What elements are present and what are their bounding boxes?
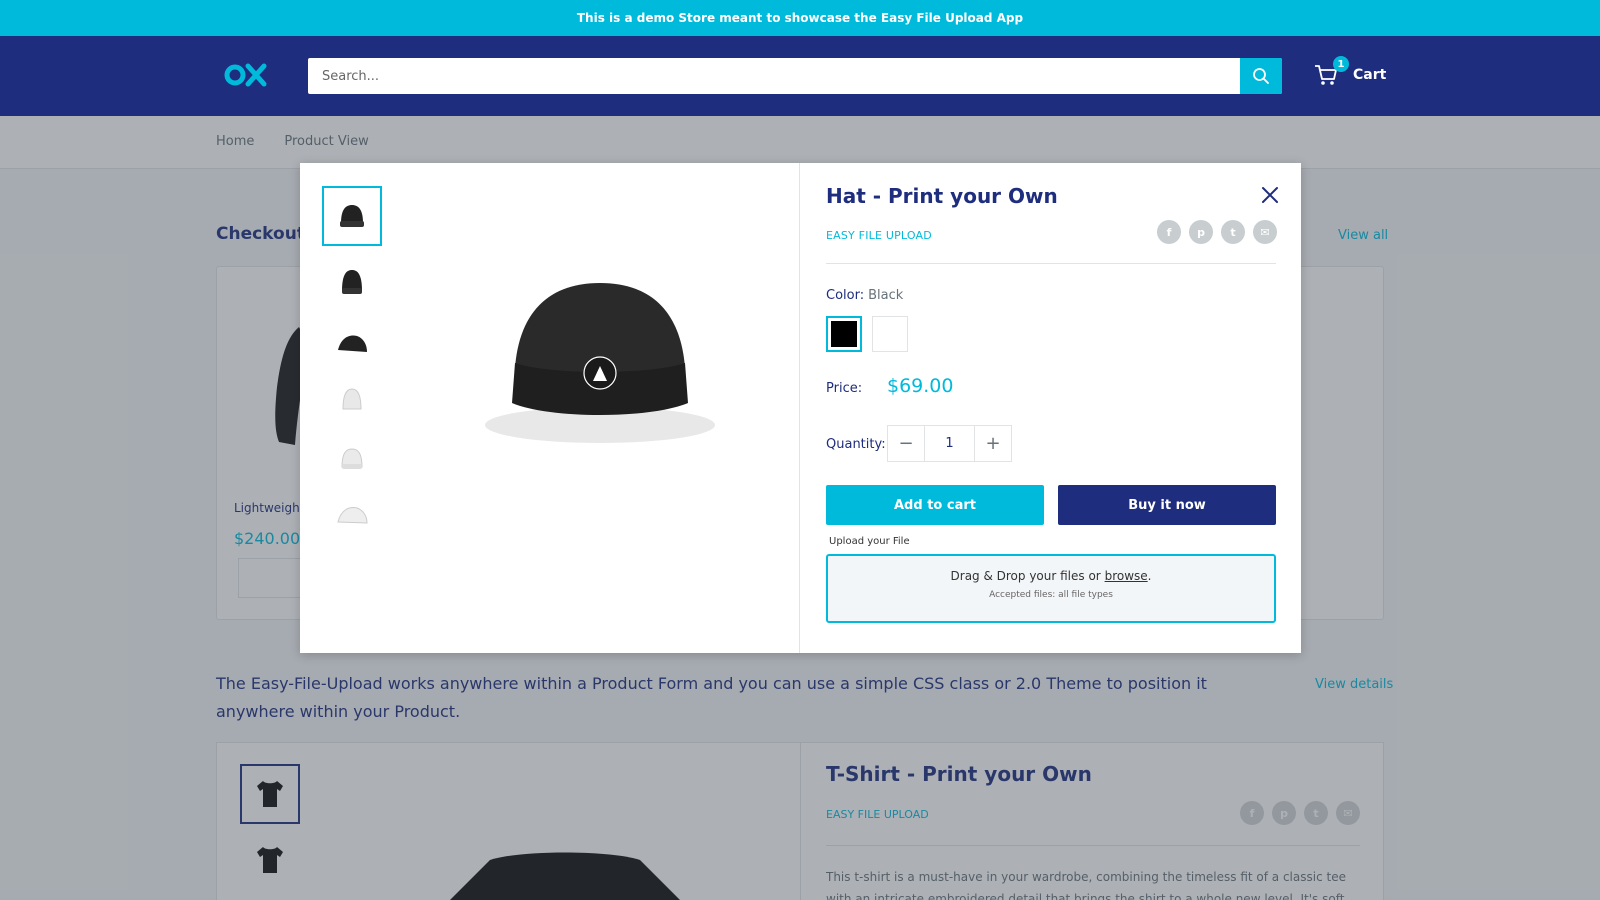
product-vendor[interactable]: EASY FILE UPLOAD bbox=[826, 229, 932, 242]
gallery-thumb-2[interactable] bbox=[322, 252, 382, 312]
cart-link[interactable]: 1 Cart bbox=[1313, 56, 1387, 88]
dropzone-period: . bbox=[1147, 569, 1152, 583]
dropzone-instruction: Drag & Drop your files or bbox=[950, 569, 1101, 583]
gallery-thumb-5[interactable] bbox=[322, 428, 382, 488]
gallery-thumb-4[interactable] bbox=[322, 370, 382, 430]
modal-divider bbox=[826, 263, 1276, 264]
file-dropzone[interactable]: Drag & Drop your files or browse. Accept… bbox=[826, 554, 1276, 623]
quantity-increase-button[interactable]: + bbox=[975, 426, 1011, 461]
gallery-thumb-6[interactable] bbox=[322, 483, 382, 543]
cart-label: Cart bbox=[1353, 67, 1387, 83]
color-label: Color: Black bbox=[826, 288, 903, 303]
product-main-image bbox=[460, 253, 760, 453]
search-input[interactable] bbox=[308, 58, 1240, 94]
announcement-bar: This is a demo Store meant to showcase t… bbox=[0, 0, 1600, 36]
search-icon bbox=[1253, 68, 1269, 84]
swatch-black[interactable] bbox=[826, 316, 862, 352]
swatch-white[interactable] bbox=[872, 316, 908, 352]
price-label: Price: bbox=[826, 381, 863, 396]
site-header: 1 Cart bbox=[0, 36, 1600, 116]
color-value: Black bbox=[868, 288, 904, 303]
accepted-files-text: Accepted files: all file types bbox=[989, 590, 1113, 600]
dropzone-text: Drag & Drop your files or browse. bbox=[828, 569, 1274, 583]
browse-link[interactable]: browse bbox=[1105, 569, 1148, 583]
add-to-cart-button[interactable]: Add to cart bbox=[826, 485, 1044, 525]
gallery-thumb-3[interactable] bbox=[322, 313, 382, 373]
close-button[interactable] bbox=[1258, 183, 1282, 207]
email-icon[interactable]: ✉ bbox=[1253, 220, 1277, 244]
search-bar bbox=[308, 58, 1282, 94]
quick-view-modal: Hat - Print your Own EASY FILE UPLOAD f … bbox=[300, 163, 1301, 653]
gallery-thumb-1[interactable] bbox=[322, 186, 382, 246]
quantity-stepper: − 1 + bbox=[887, 425, 1012, 462]
cart-count-badge: 1 bbox=[1333, 56, 1349, 72]
product-gallery bbox=[300, 163, 800, 653]
quantity-label: Quantity: bbox=[826, 437, 886, 452]
product-title: Hat - Print your Own bbox=[826, 184, 1058, 208]
cart-icon: 1 bbox=[1313, 56, 1349, 88]
price-value: $69.00 bbox=[887, 375, 954, 397]
color-label-text: Color: bbox=[826, 288, 865, 303]
buy-now-button[interactable]: Buy it now bbox=[1058, 485, 1276, 525]
upload-label: Upload your File bbox=[829, 536, 910, 547]
close-icon bbox=[1262, 187, 1278, 203]
store-logo[interactable] bbox=[224, 60, 268, 90]
facebook-icon[interactable]: f bbox=[1157, 220, 1181, 244]
twitter-icon[interactable]: t bbox=[1221, 220, 1245, 244]
search-button[interactable] bbox=[1240, 58, 1282, 94]
pinterest-icon[interactable]: p bbox=[1189, 220, 1213, 244]
quantity-decrease-button[interactable]: − bbox=[888, 426, 924, 461]
quantity-input[interactable]: 1 bbox=[924, 426, 975, 461]
